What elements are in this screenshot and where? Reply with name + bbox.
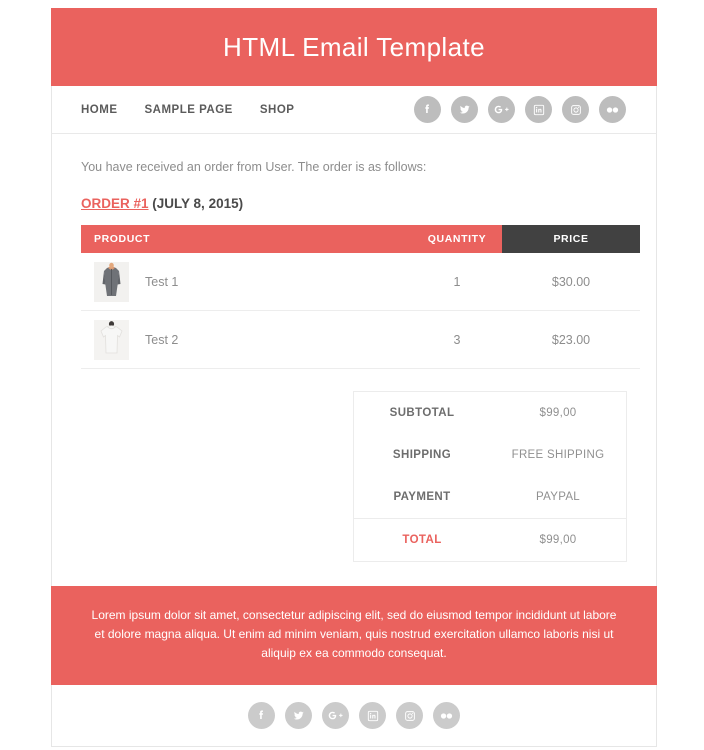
twitter-icon[interactable]: [285, 702, 312, 729]
order-totals-area: SUBTOTAL $99,00 SHIPPING FREE SHIPPING P…: [81, 391, 627, 562]
table-row: Test 2 3 $23.00: [81, 310, 640, 369]
totals-row-subtotal: SUBTOTAL $99,00: [354, 392, 626, 434]
totals-value: $99,00: [539, 407, 577, 419]
product-thumbnail-icon: [94, 261, 129, 302]
totals-label-total: TOTAL: [402, 534, 442, 546]
product-thumbnail-icon: [94, 319, 129, 360]
product-name: Test 2: [145, 332, 179, 347]
totals-row-shipping: SHIPPING FREE SHIPPING: [354, 434, 626, 476]
facebook-icon[interactable]: [248, 702, 275, 729]
nav-link-sample-page[interactable]: SAMPLE PAGE: [145, 104, 233, 116]
cell-price: $30.00: [502, 253, 640, 311]
nav-link-home[interactable]: HOME: [81, 104, 118, 116]
intro-message: You have received an order from User. Th…: [81, 160, 427, 174]
twitter-icon[interactable]: [451, 96, 478, 123]
cell-price: $23.00: [502, 310, 640, 369]
totals-value: PAYPAL: [536, 491, 580, 503]
footer-social-links: [51, 685, 657, 747]
order-heading: ORDER #1 (JULY 8, 2015): [81, 196, 627, 211]
email-footer: Lorem ipsum dolor sit amet, consectetur …: [51, 586, 657, 685]
order-totals-box: SUBTOTAL $99,00 SHIPPING FREE SHIPPING P…: [353, 391, 627, 562]
product-name: Test 1: [145, 274, 179, 289]
cell-quantity: 1: [412, 253, 502, 311]
instagram-icon[interactable]: [562, 96, 589, 123]
column-header-price: PRICE: [502, 225, 640, 253]
header-social-links: [414, 96, 626, 123]
table-header-row: PRODUCT QUANTITY PRICE: [81, 225, 640, 253]
table-row: Test 1 1 $30.00: [81, 253, 640, 311]
column-header-product: PRODUCT: [81, 225, 412, 253]
cell-quantity: 3: [412, 310, 502, 369]
order-number-link[interactable]: ORDER #1: [81, 196, 149, 211]
nav-links: HOME SAMPLE PAGE SHOP: [81, 104, 294, 116]
linkedin-icon[interactable]: [525, 96, 552, 123]
email-header: HTML Email Template: [51, 8, 657, 86]
google-plus-icon[interactable]: [488, 96, 515, 123]
facebook-icon[interactable]: [414, 96, 441, 123]
google-plus-icon[interactable]: [322, 702, 349, 729]
instagram-icon[interactable]: [396, 702, 423, 729]
column-header-quantity: QUANTITY: [412, 225, 502, 253]
footer-text: Lorem ipsum dolor sit amet, consectetur …: [91, 608, 617, 660]
email-body: You have received an order from User. Th…: [51, 134, 657, 586]
page-title: HTML Email Template: [223, 31, 485, 62]
linkedin-icon[interactable]: [359, 702, 386, 729]
navigation-bar: HOME SAMPLE PAGE SHOP: [51, 86, 657, 134]
flickr-icon[interactable]: [599, 96, 626, 123]
totals-row-total: TOTAL $99,00: [354, 518, 626, 561]
cell-product: Test 1: [81, 253, 412, 311]
cell-product: Test 2: [81, 310, 412, 369]
flickr-icon[interactable]: [433, 702, 460, 729]
totals-value: FREE SHIPPING: [511, 449, 605, 461]
nav-link-shop[interactable]: SHOP: [260, 104, 295, 116]
totals-label: PAYMENT: [393, 491, 451, 503]
totals-label: SHIPPING: [392, 449, 452, 461]
totals-value-total: $99,00: [539, 534, 577, 546]
order-date: (JULY 8, 2015): [148, 196, 244, 211]
totals-row-payment: PAYMENT PAYPAL: [354, 476, 626, 518]
email-template: HTML Email Template HOME SAMPLE PAGE SHO…: [51, 8, 657, 747]
order-items-table: PRODUCT QUANTITY PRICE Test 1 1 $30.00 T…: [81, 225, 640, 369]
totals-label: SUBTOTAL: [389, 407, 455, 419]
